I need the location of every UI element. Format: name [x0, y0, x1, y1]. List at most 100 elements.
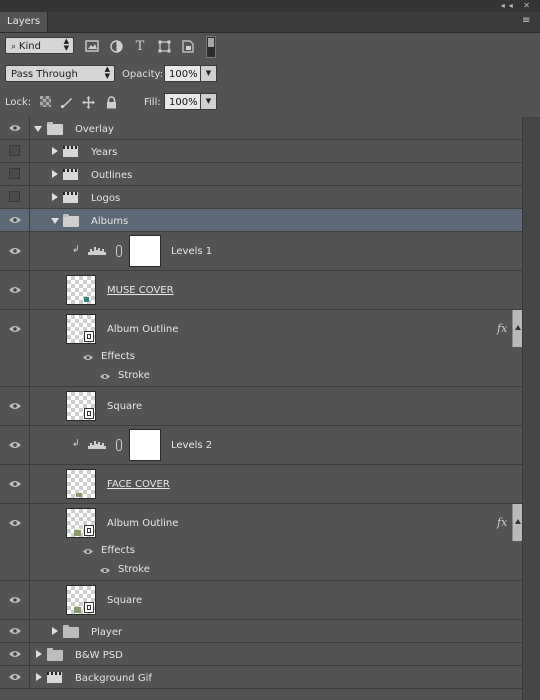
- lock-transparency-icon[interactable]: [38, 96, 52, 110]
- layer-row-square-1[interactable]: Square: [0, 387, 522, 426]
- layer-row-muse-cover[interactable]: MUSE COVER: [0, 271, 522, 310]
- hidden-visibility-box: [9, 191, 20, 202]
- opacity-field[interactable]: 100%: [164, 65, 201, 82]
- visibility-toggle[interactable]: [0, 620, 30, 642]
- eye-icon: [9, 248, 21, 254]
- fill-dropdown-button[interactable]: ▼: [200, 93, 217, 110]
- visibility-toggle[interactable]: [0, 140, 30, 162]
- layer-thumbnail[interactable]: [66, 508, 96, 538]
- panel-tab-row: Layers ≡: [0, 12, 540, 33]
- fx-icon[interactable]: fx: [497, 322, 507, 335]
- disclosure-triangle-icon[interactable]: [51, 218, 59, 224]
- layer-row-player[interactable]: Player: [0, 620, 522, 643]
- filter-kind-select[interactable]: ⌕ Kind ▲ ▼: [5, 37, 74, 54]
- effects-scroll-handle[interactable]: [512, 504, 522, 541]
- disclosure-triangle-icon[interactable]: [52, 193, 58, 201]
- layer-row-overlay[interactable]: Overlay: [0, 117, 522, 140]
- layer-mask-thumbnail[interactable]: [129, 235, 161, 267]
- layer-row-years[interactable]: Years: [0, 140, 522, 163]
- effects-eye-icon[interactable]: [83, 548, 93, 555]
- thumbnail-content-mark: [76, 493, 82, 497]
- layer-row-levels-1[interactable]: ↲ Levels 1: [0, 232, 522, 271]
- pixel-filter-icon[interactable]: [85, 40, 99, 54]
- blend-mode-select[interactable]: Pass Through ▲ ▼: [5, 65, 115, 82]
- folder-icon: [63, 625, 79, 638]
- disclosure-triangle-icon[interactable]: [52, 627, 58, 635]
- visibility-toggle[interactable]: [0, 581, 30, 619]
- chevron-updown-icon: ▲ ▼: [104, 65, 110, 80]
- shape-filter-icon[interactable]: [157, 40, 171, 54]
- fx-icon[interactable]: fx: [497, 516, 507, 529]
- visibility-toggle[interactable]: [0, 387, 30, 425]
- layer-row-logos[interactable]: Logos: [0, 186, 522, 209]
- effects-eye-icon[interactable]: [83, 354, 93, 361]
- visibility-toggle[interactable]: [0, 310, 30, 386]
- layer-thumbnail[interactable]: [66, 275, 96, 305]
- panel-menu-icon[interactable]: ≡: [522, 16, 534, 28]
- adjustment-filter-icon[interactable]: [109, 40, 123, 54]
- layer-row-background-gif[interactable]: Background Gif: [0, 666, 522, 689]
- layer-name: Levels 2: [171, 440, 213, 451]
- disclosure-triangle-icon[interactable]: [36, 650, 42, 658]
- layer-thumbnail[interactable]: [66, 585, 96, 615]
- layers-scrollbar[interactable]: [522, 117, 540, 700]
- visibility-toggle[interactable]: [0, 232, 30, 270]
- opacity-label: Opacity:: [122, 69, 164, 80]
- layer-row-album-outline-1[interactable]: Album Outline fx Effects Stroke: [0, 310, 522, 387]
- disclosure-triangle-icon[interactable]: [52, 170, 58, 178]
- layer-row-levels-2[interactable]: ↲ Levels 2: [0, 426, 522, 465]
- layer-row-face-cover[interactable]: FACE COVER: [0, 465, 522, 504]
- disclosure-triangle-icon[interactable]: [52, 147, 58, 155]
- visibility-toggle[interactable]: [0, 117, 30, 139]
- fill-field[interactable]: 100%: [164, 93, 201, 110]
- layer-mask-thumbnail[interactable]: [129, 429, 161, 461]
- smart-object-filter-icon[interactable]: [181, 40, 195, 54]
- link-chain-icon[interactable]: [116, 439, 122, 451]
- visibility-toggle[interactable]: [0, 643, 30, 665]
- visibility-toggle[interactable]: [0, 209, 30, 231]
- visibility-toggle[interactable]: [0, 163, 30, 185]
- lock-image-icon[interactable]: [59, 96, 73, 110]
- visibility-toggle[interactable]: [0, 186, 30, 208]
- blend-mode-value: Pass Through: [11, 69, 78, 80]
- layer-row-outlines[interactable]: Outlines: [0, 163, 522, 186]
- effects-scroll-handle[interactable]: [512, 310, 522, 347]
- stroke-eye-icon[interactable]: [100, 373, 110, 380]
- disclosure-triangle-icon[interactable]: [34, 126, 42, 132]
- layer-row-albums[interactable]: Albums: [0, 209, 522, 232]
- visibility-toggle[interactable]: [0, 465, 30, 503]
- layer-row-square-2[interactable]: Square: [0, 581, 522, 620]
- link-chain-icon[interactable]: [116, 245, 122, 257]
- layer-name: Album Outline: [107, 324, 179, 335]
- visibility-toggle[interactable]: [0, 271, 30, 309]
- visibility-toggle[interactable]: [0, 504, 30, 580]
- type-filter-icon[interactable]: T: [133, 40, 147, 54]
- visibility-toggle[interactable]: [0, 666, 30, 688]
- lock-position-icon[interactable]: [81, 96, 95, 110]
- eye-icon: [9, 597, 21, 603]
- layer-row-album-outline-2[interactable]: Album Outline fx Effects Stroke: [0, 504, 522, 581]
- tab-layers[interactable]: Layers: [0, 12, 48, 32]
- filter-toggle-icon[interactable]: [206, 36, 216, 58]
- layer-row-bw-psd[interactable]: B&W PSD: [0, 643, 522, 666]
- layer-name: Player: [91, 627, 123, 638]
- levels-histogram-icon: [88, 247, 106, 255]
- smart-object-badge-icon: [84, 525, 94, 536]
- visibility-toggle[interactable]: [0, 426, 30, 464]
- eye-icon: [9, 520, 21, 526]
- eye-icon: [9, 125, 21, 131]
- layer-thumbnail[interactable]: [66, 391, 96, 421]
- chevron-up-icon: [515, 325, 521, 330]
- folder-icon: [63, 214, 79, 227]
- collapse-panel-icon[interactable]: ◂◂ ✕: [501, 0, 534, 11]
- layer-thumbnail[interactable]: [66, 469, 96, 499]
- opacity-dropdown-button[interactable]: ▼: [200, 65, 217, 82]
- layer-name: Background Gif: [75, 673, 152, 684]
- layer-thumbnail[interactable]: [66, 314, 96, 344]
- eye-icon: [9, 217, 21, 223]
- stroke-eye-icon[interactable]: [100, 567, 110, 574]
- disclosure-triangle-icon[interactable]: [36, 673, 42, 681]
- lock-all-icon[interactable]: [104, 96, 118, 110]
- eye-icon: [9, 651, 21, 657]
- filter-row: ⌕ Kind ▲ ▼ T: [0, 33, 540, 62]
